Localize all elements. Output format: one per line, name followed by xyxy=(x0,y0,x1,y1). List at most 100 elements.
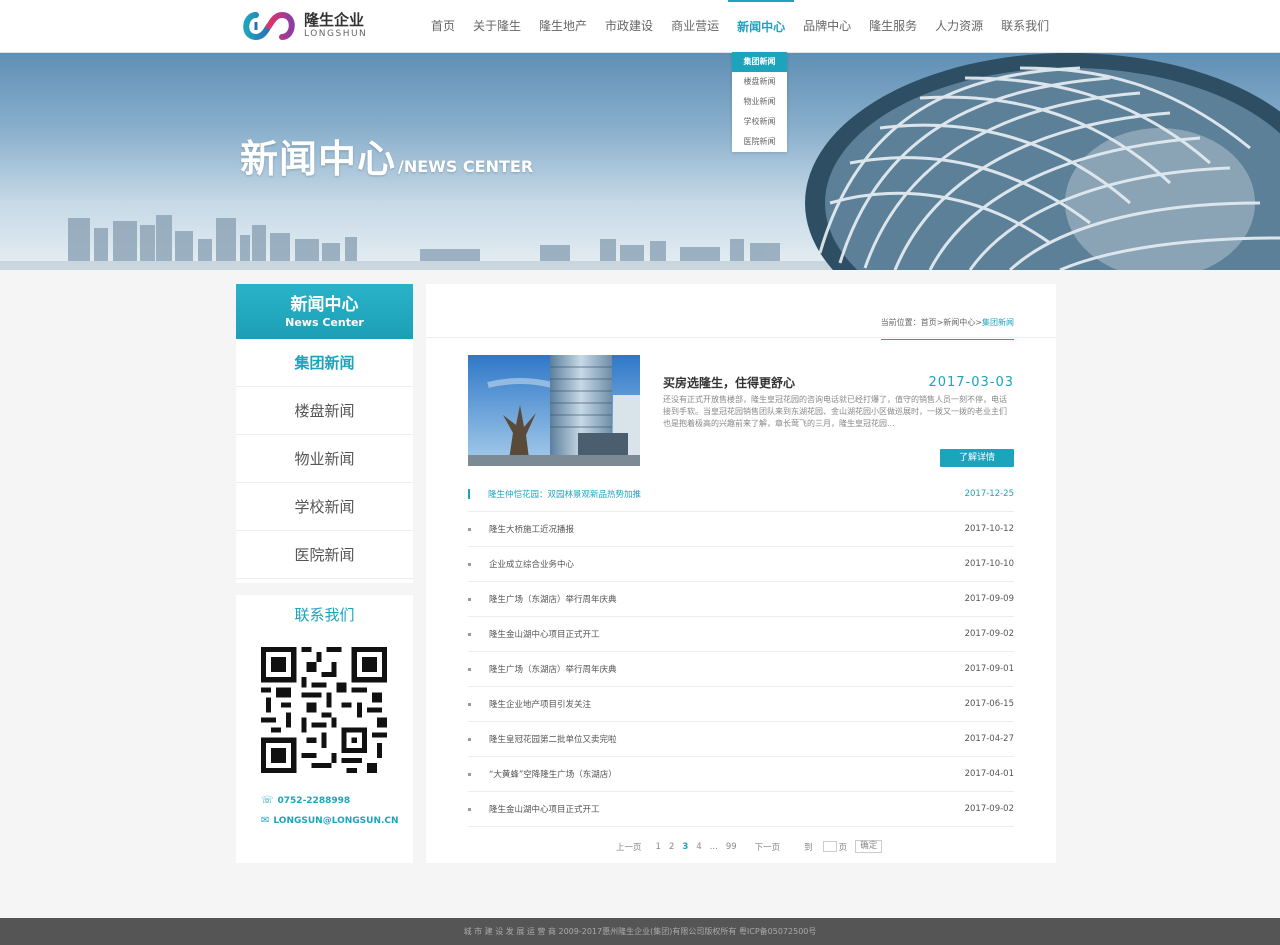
news-row[interactable]: 隆生广场（东湖店）举行周年庆典 2017-09-09 xyxy=(468,582,1014,617)
news-dropdown-menu: 集团新闻 楼盘新闻 物业新闻 学校新闻 医院新闻 xyxy=(732,52,787,152)
page-link-1[interactable]: 1 xyxy=(656,842,661,852)
nav-hr[interactable]: 人力资源 xyxy=(926,0,992,53)
nav-service[interactable]: 隆生服务 xyxy=(860,0,926,53)
news-row[interactable]: 隆生金山湖中心项目正式开工 2017-09-02 xyxy=(468,792,1014,827)
dropdown-item-property-news[interactable]: 楼盘新闻 xyxy=(732,72,787,92)
top-header: 隆生企业 LONGSHUN 首页 关于隆生 隆生地产 市政建设 商业营运 新闻中… xyxy=(0,0,1280,53)
news-date: 2017-09-02 xyxy=(964,804,1014,814)
read-more-button[interactable]: 了解详情 xyxy=(940,449,1014,467)
sidebar-item-school-news[interactable]: 学校新闻 xyxy=(236,483,413,531)
sidebar-title-cn: 新闻中心 xyxy=(290,295,359,315)
news-title: 隆生企业地产项目引发关注 xyxy=(489,700,592,710)
sidebar-header: 新闻中心 News Center xyxy=(236,284,413,339)
page-link-4[interactable]: 4 xyxy=(696,842,701,852)
contact-phone[interactable]: ☏ 0752-2288998 xyxy=(261,795,350,806)
city-skyline-illustration xyxy=(0,53,1280,270)
news-title: 隆生皇冠花园第二批单位又卖完啦 xyxy=(489,735,617,745)
bullet-icon xyxy=(468,807,471,811)
nav-home[interactable]: 首页 xyxy=(422,0,464,53)
news-title: 隆生广场（东湖店）举行周年庆典 xyxy=(489,665,617,675)
news-title: 隆生金山湖中心项目正式开工 xyxy=(489,630,600,640)
news-date: 2017-09-09 xyxy=(964,594,1014,604)
bullet-icon xyxy=(468,702,471,706)
page-link-2[interactable]: 2 xyxy=(669,842,674,852)
nav-contact[interactable]: 联系我们 xyxy=(992,0,1058,53)
brand-name-en: LONGSHUN xyxy=(304,29,368,39)
page-unit-label: 页 xyxy=(838,842,848,853)
brand-logo[interactable]: 隆生企业 LONGSHUN xyxy=(240,10,367,42)
bullet-icon xyxy=(468,772,471,776)
nav-commercial[interactable]: 商业营运 xyxy=(662,0,728,53)
contact-email-text: LONGSUN@LONGSUN.CN xyxy=(273,815,399,826)
main-nav: 首页 关于隆生 隆生地产 市政建设 商业营运 新闻中心 品牌中心 隆生服务 人力… xyxy=(422,0,1058,53)
bullet-icon xyxy=(468,737,471,741)
news-date: 2017-06-15 xyxy=(964,699,1014,709)
nav-real-estate[interactable]: 隆生地产 xyxy=(530,0,596,53)
contact-title: 联系我们 xyxy=(294,606,355,624)
mail-icon: ✉ xyxy=(261,815,270,826)
bullet-icon xyxy=(468,489,470,499)
feature-news-title[interactable]: 买房选隆生，住得更舒心 xyxy=(663,374,795,391)
page-link-last[interactable]: 99 xyxy=(726,842,737,852)
dropdown-item-estate-news[interactable]: 物业新闻 xyxy=(732,92,787,112)
feature-news-summary: 还没有正式开放售楼部，隆生皇冠花园的咨询电话就已经打爆了，值守的销售人员一刻不停… xyxy=(663,395,1007,428)
sidebar-item-property-news[interactable]: 楼盘新闻 xyxy=(236,387,413,435)
dropdown-item-hospital-news[interactable]: 医院新闻 xyxy=(732,132,787,152)
feature-news-image[interactable] xyxy=(468,355,640,466)
qr-code-icon xyxy=(261,647,387,773)
news-row[interactable]: 隆生企业地产项目引发关注 2017-06-15 xyxy=(468,687,1014,722)
dropdown-item-school-news[interactable]: 学校新闻 xyxy=(732,112,787,132)
news-row[interactable]: “大黄蜂”空降隆生广场（东湖店） 2017-04-01 xyxy=(468,757,1014,792)
news-date: 2017-09-01 xyxy=(964,664,1014,674)
dropdown-item-group-news[interactable]: 集团新闻 xyxy=(732,52,787,72)
phone-icon: ☏ xyxy=(261,795,274,806)
news-list: 隆生仲恺花园：双园林景观新品热势加推 2017-12-25 隆生大桥施工近况播报 2… xyxy=(468,477,1014,827)
next-page-link[interactable]: 下一页 xyxy=(755,841,781,853)
news-row[interactable]: 隆生皇冠花园第二批单位又卖完啦 2017-04-27 xyxy=(468,722,1014,757)
banner-title-cn: 新闻中心 xyxy=(240,137,397,181)
news-date: 2017-10-10 xyxy=(964,559,1014,569)
page-banner: 新闻中心 /NEWS CENTER xyxy=(0,53,1280,270)
page-link-3-current[interactable]: 3 xyxy=(682,842,688,852)
nav-municipal[interactable]: 市政建设 xyxy=(596,0,662,53)
building-photo-illustration xyxy=(468,355,640,466)
news-row[interactable]: 隆生大桥施工近况播报 2017-10-12 xyxy=(468,512,1014,547)
pagination: 上一页 1 2 3 4 ... 99 下一页 到 页 确定 xyxy=(616,840,890,853)
banner-title: 新闻中心 /NEWS CENTER xyxy=(240,137,533,181)
footer: 城 市 建 设 发 展 运 营 商 2009-2017惠州隆生企业(集团)有限公… xyxy=(0,918,1280,945)
news-title: 隆生大桥施工近况播报 xyxy=(489,525,575,535)
news-row[interactable]: 隆生仲恺花园：双园林景观新品热势加推 2017-12-25 xyxy=(468,477,1014,512)
news-row[interactable]: 企业成立综合业务中心 2017-10-10 xyxy=(468,547,1014,582)
goto-label: 到 xyxy=(804,842,813,853)
logo-mark-icon xyxy=(243,11,295,41)
news-row[interactable]: 隆生广场（东湖店）举行周年庆典 2017-09-01 xyxy=(468,652,1014,687)
news-date: 2017-12-25 xyxy=(964,489,1014,499)
contact-email[interactable]: ✉ LONGSUN@LONGSUN.CN xyxy=(261,815,399,826)
nav-news[interactable]: 新闻中心 xyxy=(728,0,795,53)
nav-about[interactable]: 关于隆生 xyxy=(464,0,530,53)
bullet-icon xyxy=(468,562,471,566)
nav-brand[interactable]: 品牌中心 xyxy=(794,0,860,53)
news-title: “大黄蜂”空降隆生广场（东湖店） xyxy=(489,770,617,780)
banner-title-en: /NEWS CENTER xyxy=(398,157,534,176)
prev-page-link[interactable]: 上一页 xyxy=(616,841,642,853)
news-title: 隆生广场（东湖店）举行周年庆典 xyxy=(489,595,617,605)
sidebar-title-en: News Center xyxy=(285,316,364,329)
news-title: 隆生仲恺花园：双园林景观新品热势加推 xyxy=(488,490,642,500)
page-number-input[interactable] xyxy=(822,841,837,852)
contact-phone-text: 0752-2288998 xyxy=(277,795,351,806)
breadcrumb-path[interactable]: 当前位置：首页>新闻中心> xyxy=(881,318,982,327)
divider xyxy=(426,337,1056,338)
news-content-panel: 当前位置：首页>新闻中心>集团新闻 买房选隆生，住得更舒心 2017-03-03… xyxy=(426,284,1056,863)
feature-news-date: 2017-03-03 xyxy=(928,375,1014,390)
bullet-icon xyxy=(468,527,471,531)
bullet-icon xyxy=(468,632,471,636)
goto-confirm-button[interactable]: 确定 xyxy=(855,840,883,853)
sidebar-item-estate-news[interactable]: 物业新闻 xyxy=(236,435,413,483)
sidebar-item-hospital-news[interactable]: 医院新闻 xyxy=(236,531,413,579)
news-title: 隆生金山湖中心项目正式开工 xyxy=(489,805,600,815)
page-ellipsis: ... xyxy=(709,841,718,852)
news-date: 2017-10-12 xyxy=(964,524,1014,534)
sidebar-item-group-news[interactable]: 集团新闻 xyxy=(236,339,413,387)
news-row[interactable]: 隆生金山湖中心项目正式开工 2017-09-02 xyxy=(468,617,1014,652)
